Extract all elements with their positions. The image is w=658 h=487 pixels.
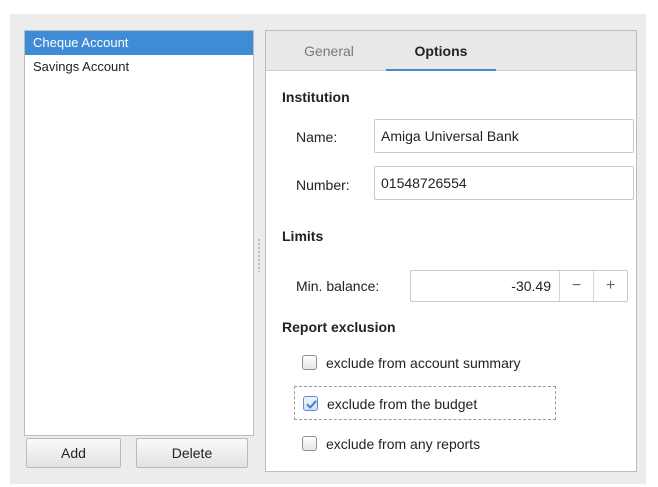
account-details-panel: General Options Institution Name: Amiga …: [265, 30, 637, 472]
institution-number-input[interactable]: 01548726554: [374, 166, 634, 200]
account-item-cheque[interactable]: Cheque Account: [25, 31, 253, 55]
report-exclusion-heading: Report exclusion: [282, 319, 396, 335]
exclude-reports-option[interactable]: exclude from any reports: [294, 427, 594, 461]
exclude-budget-checkbox[interactable]: [303, 396, 318, 411]
account-list[interactable]: Cheque Account Savings Account: [24, 30, 254, 436]
accounts-window: Cheque Account Savings Account Add Delet…: [10, 14, 646, 484]
tab-bar: General Options: [266, 31, 636, 71]
tab-general[interactable]: General: [284, 31, 374, 71]
name-label: Name:: [296, 129, 338, 145]
delete-button[interactable]: Delete: [136, 438, 248, 468]
min-balance-spinbox[interactable]: -30.49 − +: [410, 270, 628, 302]
limits-heading: Limits: [282, 228, 324, 244]
checkmark-icon: [306, 400, 317, 409]
exclude-summary-label: exclude from account summary: [326, 355, 521, 371]
min-balance-label: Min. balance:: [296, 278, 380, 294]
account-item-savings[interactable]: Savings Account: [25, 55, 253, 79]
tab-options[interactable]: Options: [386, 31, 496, 71]
institution-heading: Institution: [282, 89, 350, 105]
exclude-budget-option[interactable]: exclude from the budget: [294, 386, 556, 420]
institution-name-input[interactable]: Amiga Universal Bank: [374, 119, 634, 153]
increment-button[interactable]: +: [593, 271, 627, 301]
exclude-reports-label: exclude from any reports: [326, 436, 481, 452]
exclude-summary-option[interactable]: exclude from account summary: [294, 346, 594, 380]
exclude-reports-checkbox[interactable]: [302, 436, 317, 451]
exclude-summary-checkbox[interactable]: [302, 355, 317, 370]
add-button[interactable]: Add: [26, 438, 121, 468]
number-label: Number:: [296, 177, 350, 193]
exclude-budget-label: exclude from the budget: [327, 396, 478, 412]
splitter-handle[interactable]: [257, 238, 261, 272]
min-balance-value[interactable]: -30.49: [411, 271, 559, 301]
decrement-button[interactable]: −: [559, 271, 593, 301]
